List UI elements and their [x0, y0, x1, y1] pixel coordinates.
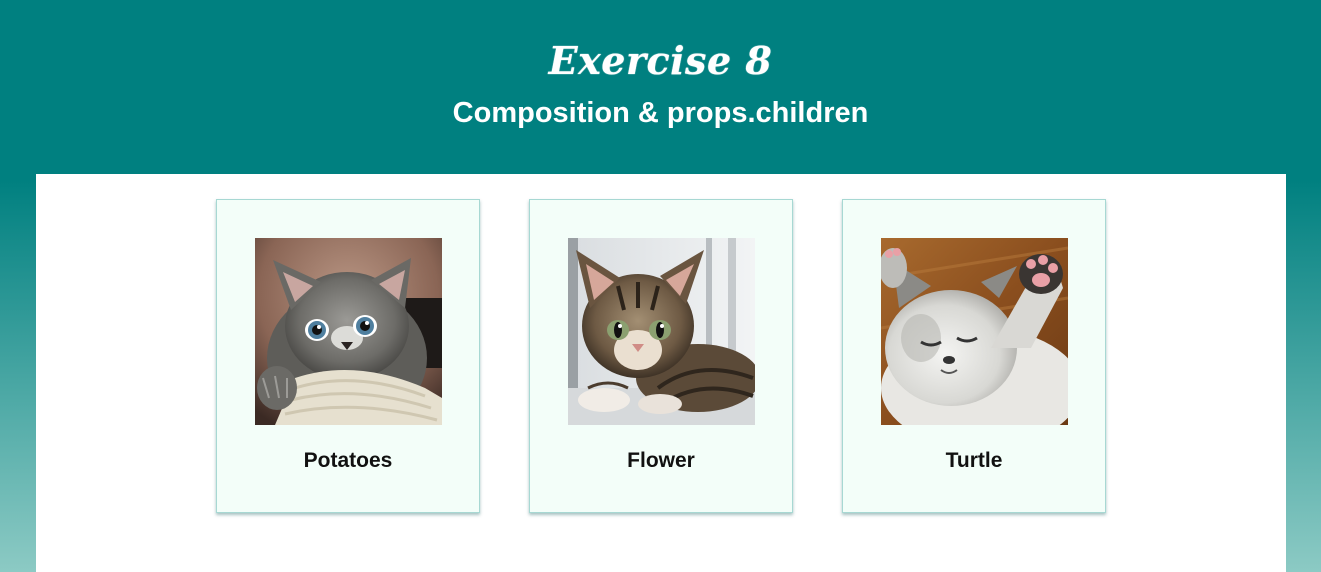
page-title: Exercise 8 — [548, 38, 773, 83]
kitten-card-flower: Flower — [529, 199, 793, 513]
kitten-name-flower: Flower — [627, 449, 695, 472]
kitten-card-turtle: Turtle — [842, 199, 1106, 513]
kitten-name-potatoes: Potatoes — [303, 449, 393, 472]
kitten-photo-potatoes — [255, 238, 442, 425]
page-subtitle: Composition & props.children — [452, 97, 869, 129]
kitten-name-turtle: Turtle — [945, 449, 1003, 472]
kitten-photo-turtle — [881, 238, 1068, 425]
sleeping-kitten-image — [881, 238, 1068, 425]
tabby-kitten-image — [568, 238, 755, 425]
cards-container: Potatoes Flower Turtle — [36, 174, 1286, 572]
gray-kitten-image — [255, 238, 442, 425]
kitten-photo-flower — [568, 238, 755, 425]
page-header: Exercise 8 Composition & props.children — [0, 0, 1321, 174]
kitten-card-potatoes: Potatoes — [216, 199, 480, 513]
